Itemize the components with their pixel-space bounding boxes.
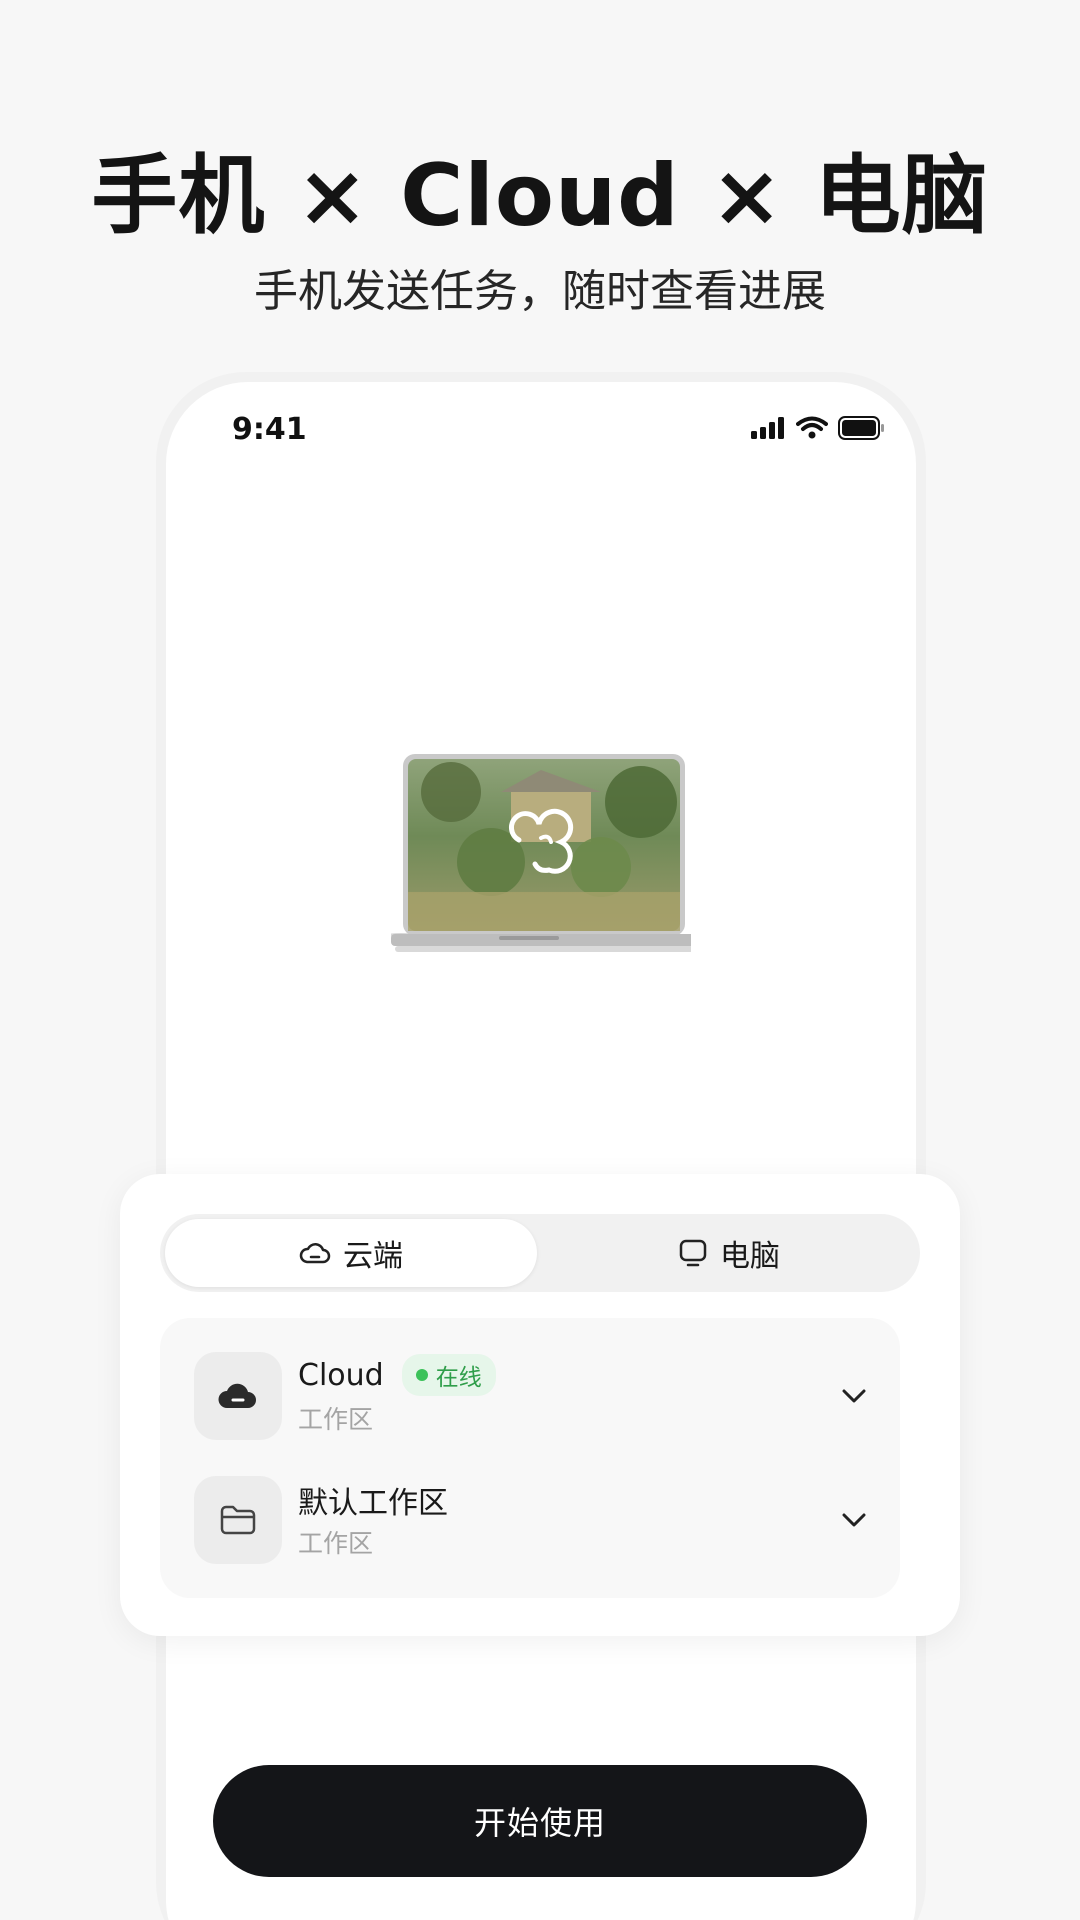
workspace-item-cloud[interactable]: Cloud 在线 工作区 [194,1352,874,1442]
start-button[interactable]: 开始使用 [213,1765,867,1877]
workspace-icon-box [194,1352,282,1440]
tab-computer[interactable]: 电脑 [543,1219,915,1287]
workspace-icon-box [194,1476,282,1564]
tab-cloud-label: 云端 [343,1239,403,1274]
page-title: 手机 × Cloud × 电脑 [91,146,989,246]
workspace-title: 默认工作区 [298,1478,448,1522]
battery-icon [838,416,884,440]
chevron-down-icon[interactable] [834,1500,874,1540]
workspace-name: Cloud [298,1357,384,1393]
wifi-icon [796,416,828,439]
cloud-outline-icon [299,1243,331,1264]
folder-icon [220,1505,256,1535]
workspace-item-default[interactable]: 默认工作区 工作区 [194,1476,874,1566]
workspace-card: 云端 电脑 Cloud 在线 工作区 默认工作区 工作区 [120,1174,960,1636]
status-icons [750,416,886,440]
status-badge: 在线 [401,1354,496,1396]
mode-switch: 云端 电脑 [160,1214,920,1292]
cloud-filled-icon [218,1383,256,1408]
online-dot [415,1369,428,1381]
status-badge-label: 在线 [435,1365,482,1391]
workspace-list: Cloud 在线 工作区 默认工作区 工作区 [160,1318,900,1598]
signal-icon [751,417,784,439]
workspace-title: Cloud 在线 [298,1354,496,1396]
page-subtitle: 手机发送任务，随时查看进展 [254,266,826,317]
tab-cloud[interactable]: 云端 [165,1219,537,1287]
laptop-illustration [391,754,691,952]
chevron-down-icon[interactable] [834,1376,874,1416]
status-time: 9:41 [232,412,307,447]
workspace-subtitle: 工作区 [298,1529,374,1558]
page: 手机 × Cloud × 电脑 手机发送任务，随时查看进展 9:41 云端 电脑… [0,0,1080,1920]
workspace-name: 默认工作区 [298,1486,448,1521]
monitor-icon [679,1239,707,1267]
tab-computer-label: 电脑 [720,1239,780,1274]
phone-screen: 9:41 [166,382,916,1920]
workspace-subtitle: 工作区 [298,1405,374,1434]
